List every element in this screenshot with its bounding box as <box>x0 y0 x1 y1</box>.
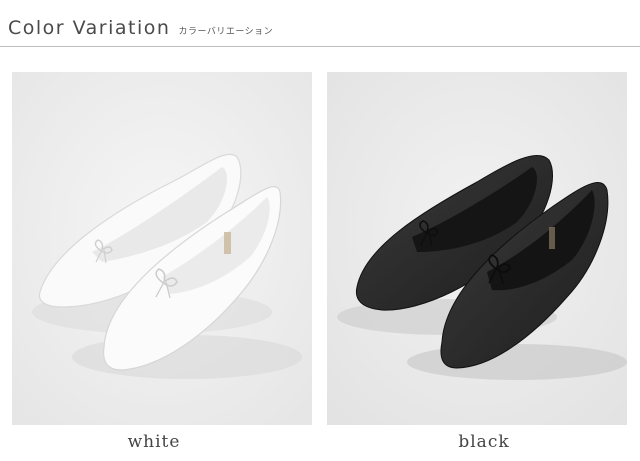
section-header: Color Variation カラーバリエーション <box>8 17 273 39</box>
white-shoes-illustration <box>12 72 312 425</box>
product-image-black[interactable] <box>327 72 627 425</box>
header-divider <box>0 46 640 47</box>
section-subtitle: カラーバリエーション <box>178 27 274 37</box>
variant-label-black: black <box>458 432 510 452</box>
variant-label-white: white <box>127 432 181 452</box>
black-shoes-illustration <box>327 72 627 425</box>
section-title: Color Variation <box>8 17 171 39</box>
product-image-white[interactable] <box>12 72 312 425</box>
